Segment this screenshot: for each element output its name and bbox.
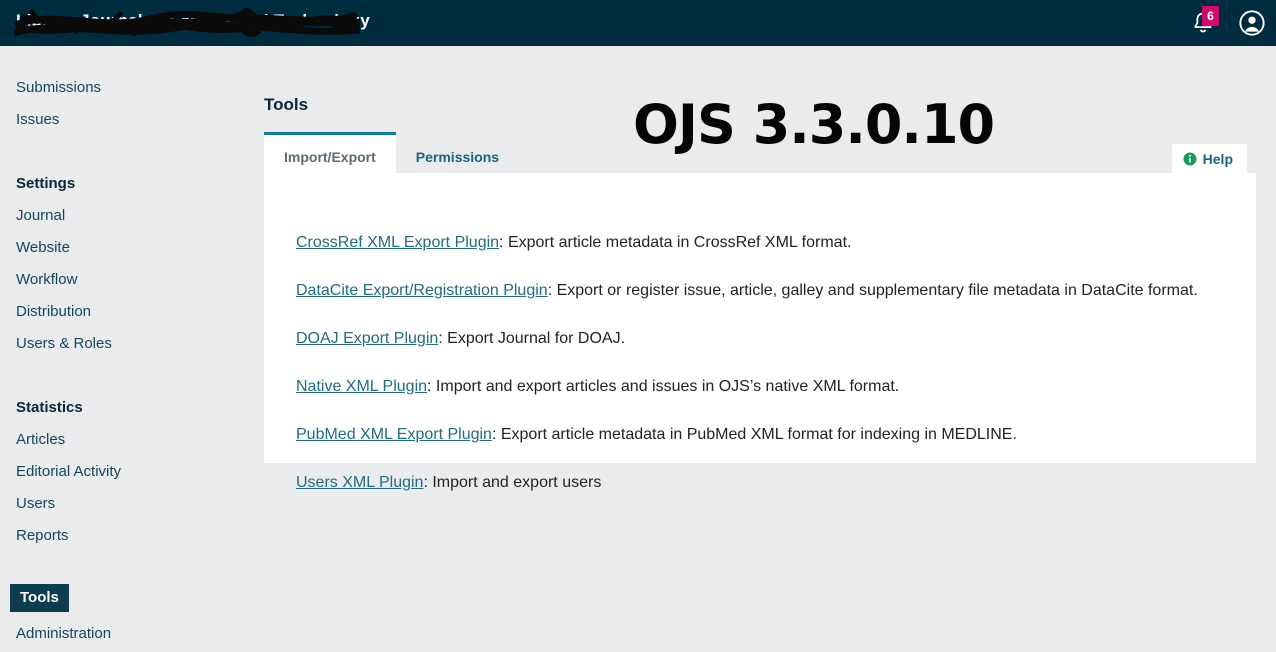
user-avatar-icon [1239, 10, 1265, 36]
user-account-button[interactable] [1238, 9, 1266, 37]
sidebar-item-workflow[interactable]: Workflow [0, 264, 248, 296]
sidebar-item-distribution[interactable]: Distribution [0, 296, 248, 328]
sidebar-item-users[interactable]: Users [0, 488, 248, 520]
sidebar-item-reports[interactable]: Reports [0, 520, 248, 552]
plugin-row-users-xml: Users XML Plugin: Import and export user… [296, 467, 1226, 499]
sidebar-item-journal[interactable]: Journal [0, 200, 248, 232]
sidebar-heading-statistics: Statistics [16, 399, 83, 416]
tab-bar: Import/Export Permissions [264, 132, 519, 178]
plugin-description-native-xml: : Import and export articles and issues … [427, 378, 900, 395]
plugin-row-doaj: DOAJ Export Plugin: Export Journal for D… [296, 323, 1226, 355]
plugin-description-pubmed: : Export article metadata in PubMed XML … [491, 426, 1017, 443]
plugin-row-native-xml: Native XML Plugin: Import and export art… [296, 371, 1226, 403]
version-annotation-overlay: OJS 3.3.0.10 [633, 93, 995, 156]
sidebar-item-website[interactable]: Website [0, 232, 248, 264]
plugin-link-pubmed-xml-export[interactable]: PubMed XML Export Plugin [296, 426, 492, 443]
top-header-bar: Library Journal of Service And Technolog… [0, 0, 1276, 46]
notifications-button[interactable]: 6 [1190, 6, 1219, 36]
sidebar-item-administration[interactable]: Administration [0, 618, 248, 650]
site-title: Library Journal of Service And Technolog… [16, 11, 370, 30]
sidebar-item-tools[interactable]: Tools [10, 584, 69, 612]
primary-sidebar-navigation: Submissions Issues Settings Journal Webs… [0, 46, 248, 652]
plugin-link-native-xml[interactable]: Native XML Plugin [296, 378, 427, 395]
sidebar-item-users-and-roles[interactable]: Users & Roles [0, 328, 248, 360]
plugin-list: CrossRef XML Export Plugin: Export artic… [296, 211, 1226, 515]
plugin-description-crossref: : Export article metadata in CrossRef XM… [499, 234, 852, 251]
info-circle-icon [1183, 152, 1197, 166]
tab-permissions[interactable]: Permissions [396, 132, 519, 178]
plugin-link-datacite-export-registration[interactable]: DataCite Export/Registration Plugin [296, 282, 548, 299]
plugin-description-users-xml: : Import and export users [423, 474, 602, 491]
sidebar-item-articles[interactable]: Articles [0, 424, 248, 456]
plugin-link-crossref-xml-export[interactable]: CrossRef XML Export Plugin [296, 234, 499, 251]
plugin-link-doaj-export[interactable]: DOAJ Export Plugin [296, 330, 438, 347]
plugin-row-crossref: CrossRef XML Export Plugin: Export artic… [296, 227, 1226, 259]
help-button-label: Help [1202, 151, 1233, 167]
sidebar-heading-settings: Settings [16, 175, 76, 192]
plugin-link-users-xml[interactable]: Users XML Plugin [296, 474, 423, 491]
plugin-description-doaj: : Export Journal for DOAJ. [438, 330, 626, 347]
tab-import-export[interactable]: Import/Export [264, 132, 396, 178]
plugin-row-pubmed: PubMed XML Export Plugin: Export article… [296, 419, 1226, 451]
help-button[interactable]: Help [1171, 144, 1247, 175]
sidebar-item-issues[interactable]: Issues [0, 104, 248, 136]
plugin-row-datacite: DataCite Export/Registration Plugin: Exp… [296, 275, 1226, 307]
sidebar-item-editorial-activity[interactable]: Editorial Activity [0, 456, 248, 488]
page-title: Tools [264, 95, 309, 115]
header-actions: 6 [1190, 0, 1266, 46]
plugin-description-datacite: : Export or register issue, article, gal… [547, 282, 1198, 299]
notification-count-badge: 6 [1202, 6, 1219, 26]
sidebar-item-submissions[interactable]: Submissions [0, 72, 248, 104]
import-export-panel: CrossRef XML Export Plugin: Export artic… [264, 173, 1256, 491]
